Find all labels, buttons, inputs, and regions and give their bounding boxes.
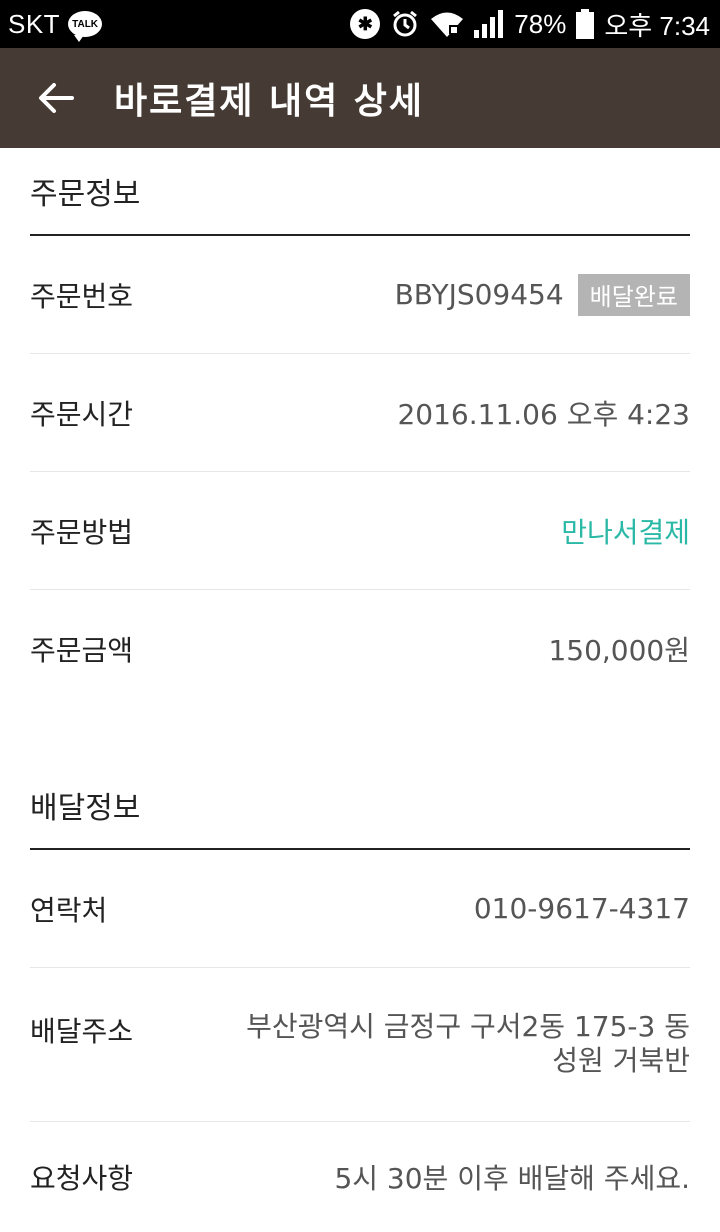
wifi-icon (430, 10, 464, 38)
order-detail-content: 주문정보 주문번호 BBYJS09454 배달완료 주문시간 2016.11.0… (30, 148, 690, 1232)
order-number-row: 주문번호 BBYJS09454 배달완료 (30, 236, 690, 354)
status-icons: ✱ 78% 오후 7:34 (350, 6, 710, 43)
order-number-label: 주문번호 (30, 279, 134, 313)
signal-icon (474, 10, 504, 38)
address-line-1: 부산광역시 금정구 구서2동 175-3 동 (246, 1010, 690, 1043)
page-title: 바로결제 내역 상세 (114, 81, 425, 122)
bluetooth-icon: ✱ (350, 9, 381, 39)
contact-row: 연락처 010-9617-4317 (30, 850, 690, 968)
order-method: 만나서결제 (561, 515, 690, 549)
order-amount-label: 주문금액 (30, 634, 134, 667)
status-badge: 배달완료 (577, 273, 690, 316)
battery-percent: 78% (514, 8, 567, 39)
request-value: 5시 30분 이후 배달해 주세요. (334, 1162, 690, 1195)
status-bar: SKT TALK ✱ 78% 오후 7:34 (0, 0, 720, 48)
address-line-2: 성원 거북반 (552, 1044, 690, 1077)
arrow-left-icon (39, 83, 74, 113)
address-value: 부산광역시 금정구 구서2동 175-3 동 성원 거북반 (246, 1010, 690, 1078)
order-number-value-group: BBYJS09454 배달완료 (394, 273, 690, 316)
carrier-label: SKT (8, 8, 61, 39)
order-time: 2016.11.06 오후 4:23 (397, 397, 690, 431)
order-amount-row: 주문금액 150,000원 (30, 590, 690, 708)
request-label: 요청사항 (30, 1162, 134, 1195)
contact-label: 연락처 (30, 893, 108, 927)
battery-icon (576, 9, 595, 39)
order-time-row: 주문시간 2016.11.06 오후 4:23 (30, 354, 690, 472)
address-row: 배달주소 부산광역시 금정구 구서2동 175-3 동 성원 거북반 (30, 968, 690, 1122)
request-row: 요청사항 5시 30분 이후 배달해 주세요. (30, 1122, 690, 1232)
order-method-row: 주문방법 만나서결제 (30, 472, 690, 590)
order-time-label: 주문시간 (30, 397, 134, 431)
clock: 오후 7:34 (604, 10, 710, 41)
app-bar: 바로결제 내역 상세 (0, 48, 720, 148)
order-info-heading: 주문정보 (30, 148, 690, 236)
alarm-icon (390, 9, 420, 39)
contact-number: 010-9617-4317 (473, 892, 690, 925)
address-label: 배달주소 (30, 1015, 134, 1048)
order-amount: 150,000원 (548, 634, 690, 667)
order-number: BBYJS09454 (394, 278, 564, 311)
delivery-info-heading: 배달정보 (30, 762, 690, 850)
kakaotalk-icon: TALK (68, 11, 103, 42)
order-method-label: 주문방법 (30, 515, 134, 549)
back-button[interactable] (30, 72, 82, 124)
